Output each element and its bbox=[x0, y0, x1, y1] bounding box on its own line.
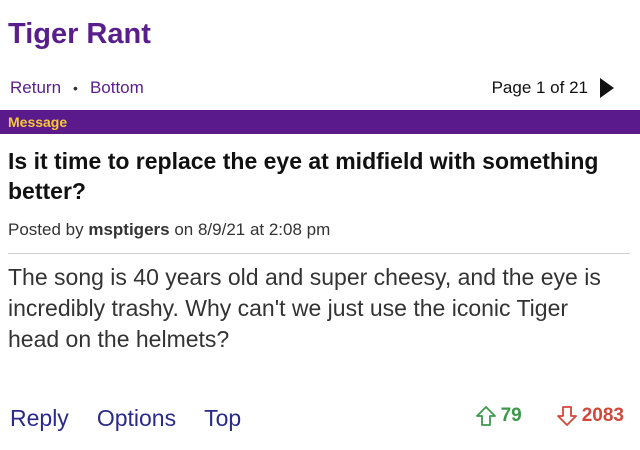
top-button[interactable]: Top bbox=[204, 405, 241, 432]
arrow-down-icon bbox=[556, 406, 577, 426]
page-indicator: Page 1 of 21 bbox=[491, 78, 588, 97]
post-meta: Posted by msptigers on 8/9/21 at 2:08 pm bbox=[8, 220, 330, 240]
posted-prefix: Posted by bbox=[8, 220, 84, 239]
forum-title[interactable]: Tiger Rant bbox=[8, 18, 151, 51]
post-body: The song is 40 years old and super chees… bbox=[8, 264, 601, 352]
downvote-button[interactable]: 2083 bbox=[556, 405, 624, 427]
nav-separator: • bbox=[73, 80, 78, 96]
arrow-up-icon bbox=[475, 406, 496, 426]
return-link[interactable]: Return bbox=[10, 78, 61, 98]
post-actions: Reply Options Top bbox=[10, 405, 269, 432]
bottom-link[interactable]: Bottom bbox=[90, 78, 144, 98]
divider bbox=[8, 253, 630, 254]
reply-button[interactable]: Reply bbox=[10, 405, 69, 432]
thread-title: Is it time to replace the eye at midfiel… bbox=[8, 148, 599, 204]
thread-nav: Return • Bottom Page 1 of 21 bbox=[10, 78, 614, 100]
message-header-bar: Message bbox=[0, 110, 640, 134]
nav-links: Return • Bottom bbox=[10, 78, 144, 98]
downvote-count: 2083 bbox=[581, 405, 624, 426]
message-label: Message bbox=[8, 114, 68, 130]
vote-controls: 79 2083 bbox=[475, 405, 624, 427]
pagination: Page 1 of 21 bbox=[492, 78, 614, 98]
play-arrow-icon[interactable] bbox=[600, 78, 614, 98]
options-button[interactable]: Options bbox=[97, 405, 176, 432]
upvote-count: 79 bbox=[500, 405, 522, 426]
upvote-button[interactable]: 79 bbox=[475, 405, 556, 427]
posted-date: on 8/9/21 at 2:08 pm bbox=[174, 220, 331, 239]
author-link[interactable]: msptigers bbox=[88, 220, 169, 239]
